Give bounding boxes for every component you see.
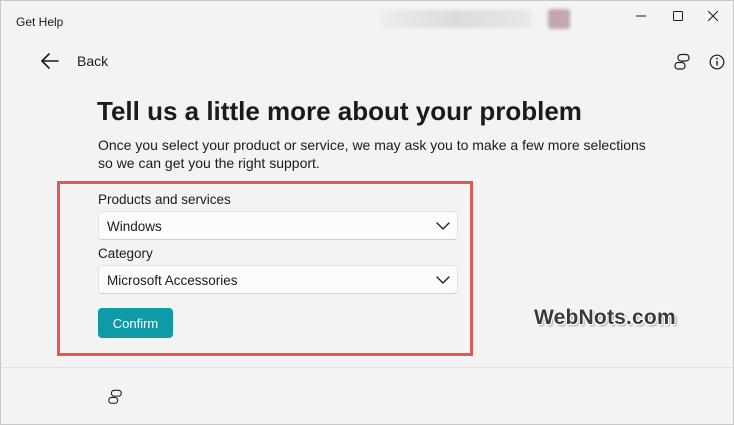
info-button[interactable] [706,51,728,73]
chevron-down-icon [436,276,450,284]
chevron-down-icon [436,222,450,230]
chat-bubbles-icon [108,389,122,404]
footer-divider [1,367,733,368]
products-select[interactable]: Windows [98,211,458,240]
title-bar: Get Help [1,1,733,41]
close-icon [708,11,718,21]
confirm-button[interactable]: Confirm [98,308,173,338]
minimize-icon [636,15,646,17]
page-subtitle: Once you select your product or service,… [98,137,646,171]
app-title: Get Help [16,15,64,29]
footer-chat-button[interactable] [105,387,125,407]
info-icon [709,54,725,70]
products-label: Products and services [98,192,231,207]
chat-bubbles-icon [674,53,690,70]
chat-button[interactable] [671,51,693,73]
products-select-value: Windows [107,219,162,234]
page-title: Tell us a little more about your problem [97,96,582,126]
category-select[interactable]: Microsoft Accessories [98,265,458,294]
back-label: Back [77,53,109,69]
arrow-left-icon [41,53,59,69]
account-name-blurred [381,10,531,28]
back-button[interactable]: Back [41,49,108,73]
watermark-text: WebNots.com [534,306,676,329]
app-window: Get Help Back Tell us a little more abou… [0,0,734,425]
close-button[interactable] [690,1,734,31]
account-avatar[interactable] [548,9,570,29]
category-label: Category [98,246,153,261]
category-select-value: Microsoft Accessories [107,273,238,288]
maximize-icon [673,11,683,21]
